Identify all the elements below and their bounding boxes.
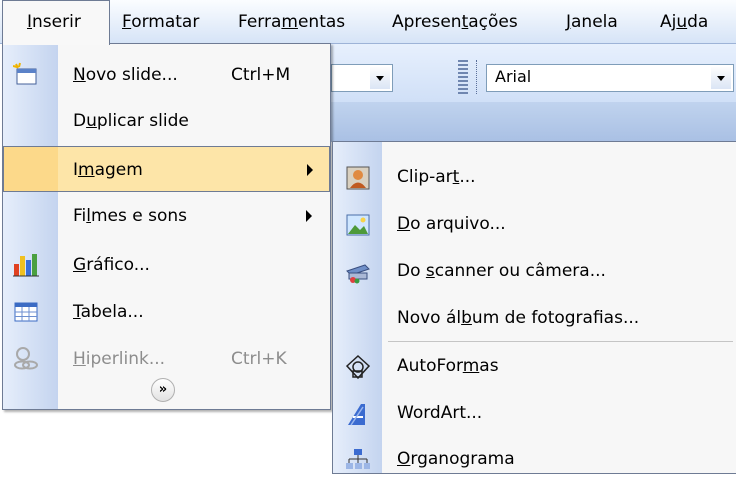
toolbar-area xyxy=(330,102,736,142)
menu-formatar[interactable]: Formatar xyxy=(122,0,199,44)
menu-item-table[interactable]: Tabela... xyxy=(3,289,330,335)
menu-item-movies-sounds[interactable]: Filmes e sons xyxy=(3,193,330,239)
chart-icon xyxy=(13,254,39,277)
menu-ferramentas[interactable]: Ferramentas xyxy=(238,0,345,44)
chevron-down-icon[interactable] xyxy=(711,67,731,89)
hyperlink-icon xyxy=(14,347,38,370)
clip-art-icon xyxy=(346,166,370,190)
submenu-item-from-file[interactable]: Do arquivo... xyxy=(333,201,736,248)
menu-item-duplicate-slide[interactable]: Duplicar slide xyxy=(3,98,330,144)
menu-item-chart[interactable]: Gráfico... xyxy=(3,242,330,288)
menu-bar: Inserir Formatar Ferramentas Apresentaçõ… xyxy=(0,0,736,45)
font-name-value: Arial xyxy=(495,67,532,86)
menu-item-image[interactable]: Imagem xyxy=(3,146,330,192)
chevron-down-icon[interactable] xyxy=(370,67,390,89)
submenu-item-scanner-camera[interactable]: Do scanner ou câmera... xyxy=(333,248,736,295)
submenu-item-new-photo-album[interactable]: Novo álbum de fotografias... xyxy=(333,295,736,342)
insert-menu: Novo slide... Ctrl+M Duplicar slide Imag… xyxy=(2,43,331,410)
wordart-icon xyxy=(348,404,365,426)
menu-janela[interactable]: Janela xyxy=(566,0,618,44)
image-submenu: Clip-art... Do arquivo... Do scanner ou … xyxy=(332,141,736,474)
new-slide-icon xyxy=(13,62,37,85)
expand-menu-chevron-icon[interactable]: » xyxy=(151,378,175,402)
submenu-arrow-icon xyxy=(306,210,312,222)
submenu-separator xyxy=(388,341,733,342)
toolbar-separator xyxy=(476,60,480,94)
submenu-arrow-icon xyxy=(307,164,313,176)
menu-item-new-slide[interactable]: Novo slide... Ctrl+M xyxy=(3,52,330,98)
autoshapes-icon xyxy=(345,354,371,380)
scanner-camera-icon xyxy=(346,264,370,284)
submenu-item-wordart[interactable]: WordArt... xyxy=(333,390,736,437)
menu-item-hyperlink: Hiperlink... Ctrl+K xyxy=(3,336,330,382)
menu-inserir[interactable]: Inserir xyxy=(2,0,110,45)
submenu-item-clip-art[interactable]: Clip-art... xyxy=(333,154,736,201)
submenu-item-org-chart[interactable]: Organograma xyxy=(333,436,736,483)
submenu-item-autoshapes[interactable]: AutoFormas xyxy=(333,343,736,390)
table-icon xyxy=(14,302,38,322)
from-file-icon xyxy=(346,214,370,236)
menu-apresentacoes[interactable]: Apresentações xyxy=(392,0,518,44)
style-combo[interactable] xyxy=(331,64,393,92)
shortcut-label: Ctrl+M xyxy=(231,65,291,85)
toolbar-grip[interactable] xyxy=(458,60,468,96)
shortcut-label: Ctrl+K xyxy=(231,349,287,369)
font-name-combo[interactable]: Arial xyxy=(486,64,734,92)
menu-ajuda[interactable]: Ajuda xyxy=(660,0,708,44)
org-chart-icon xyxy=(346,449,370,469)
